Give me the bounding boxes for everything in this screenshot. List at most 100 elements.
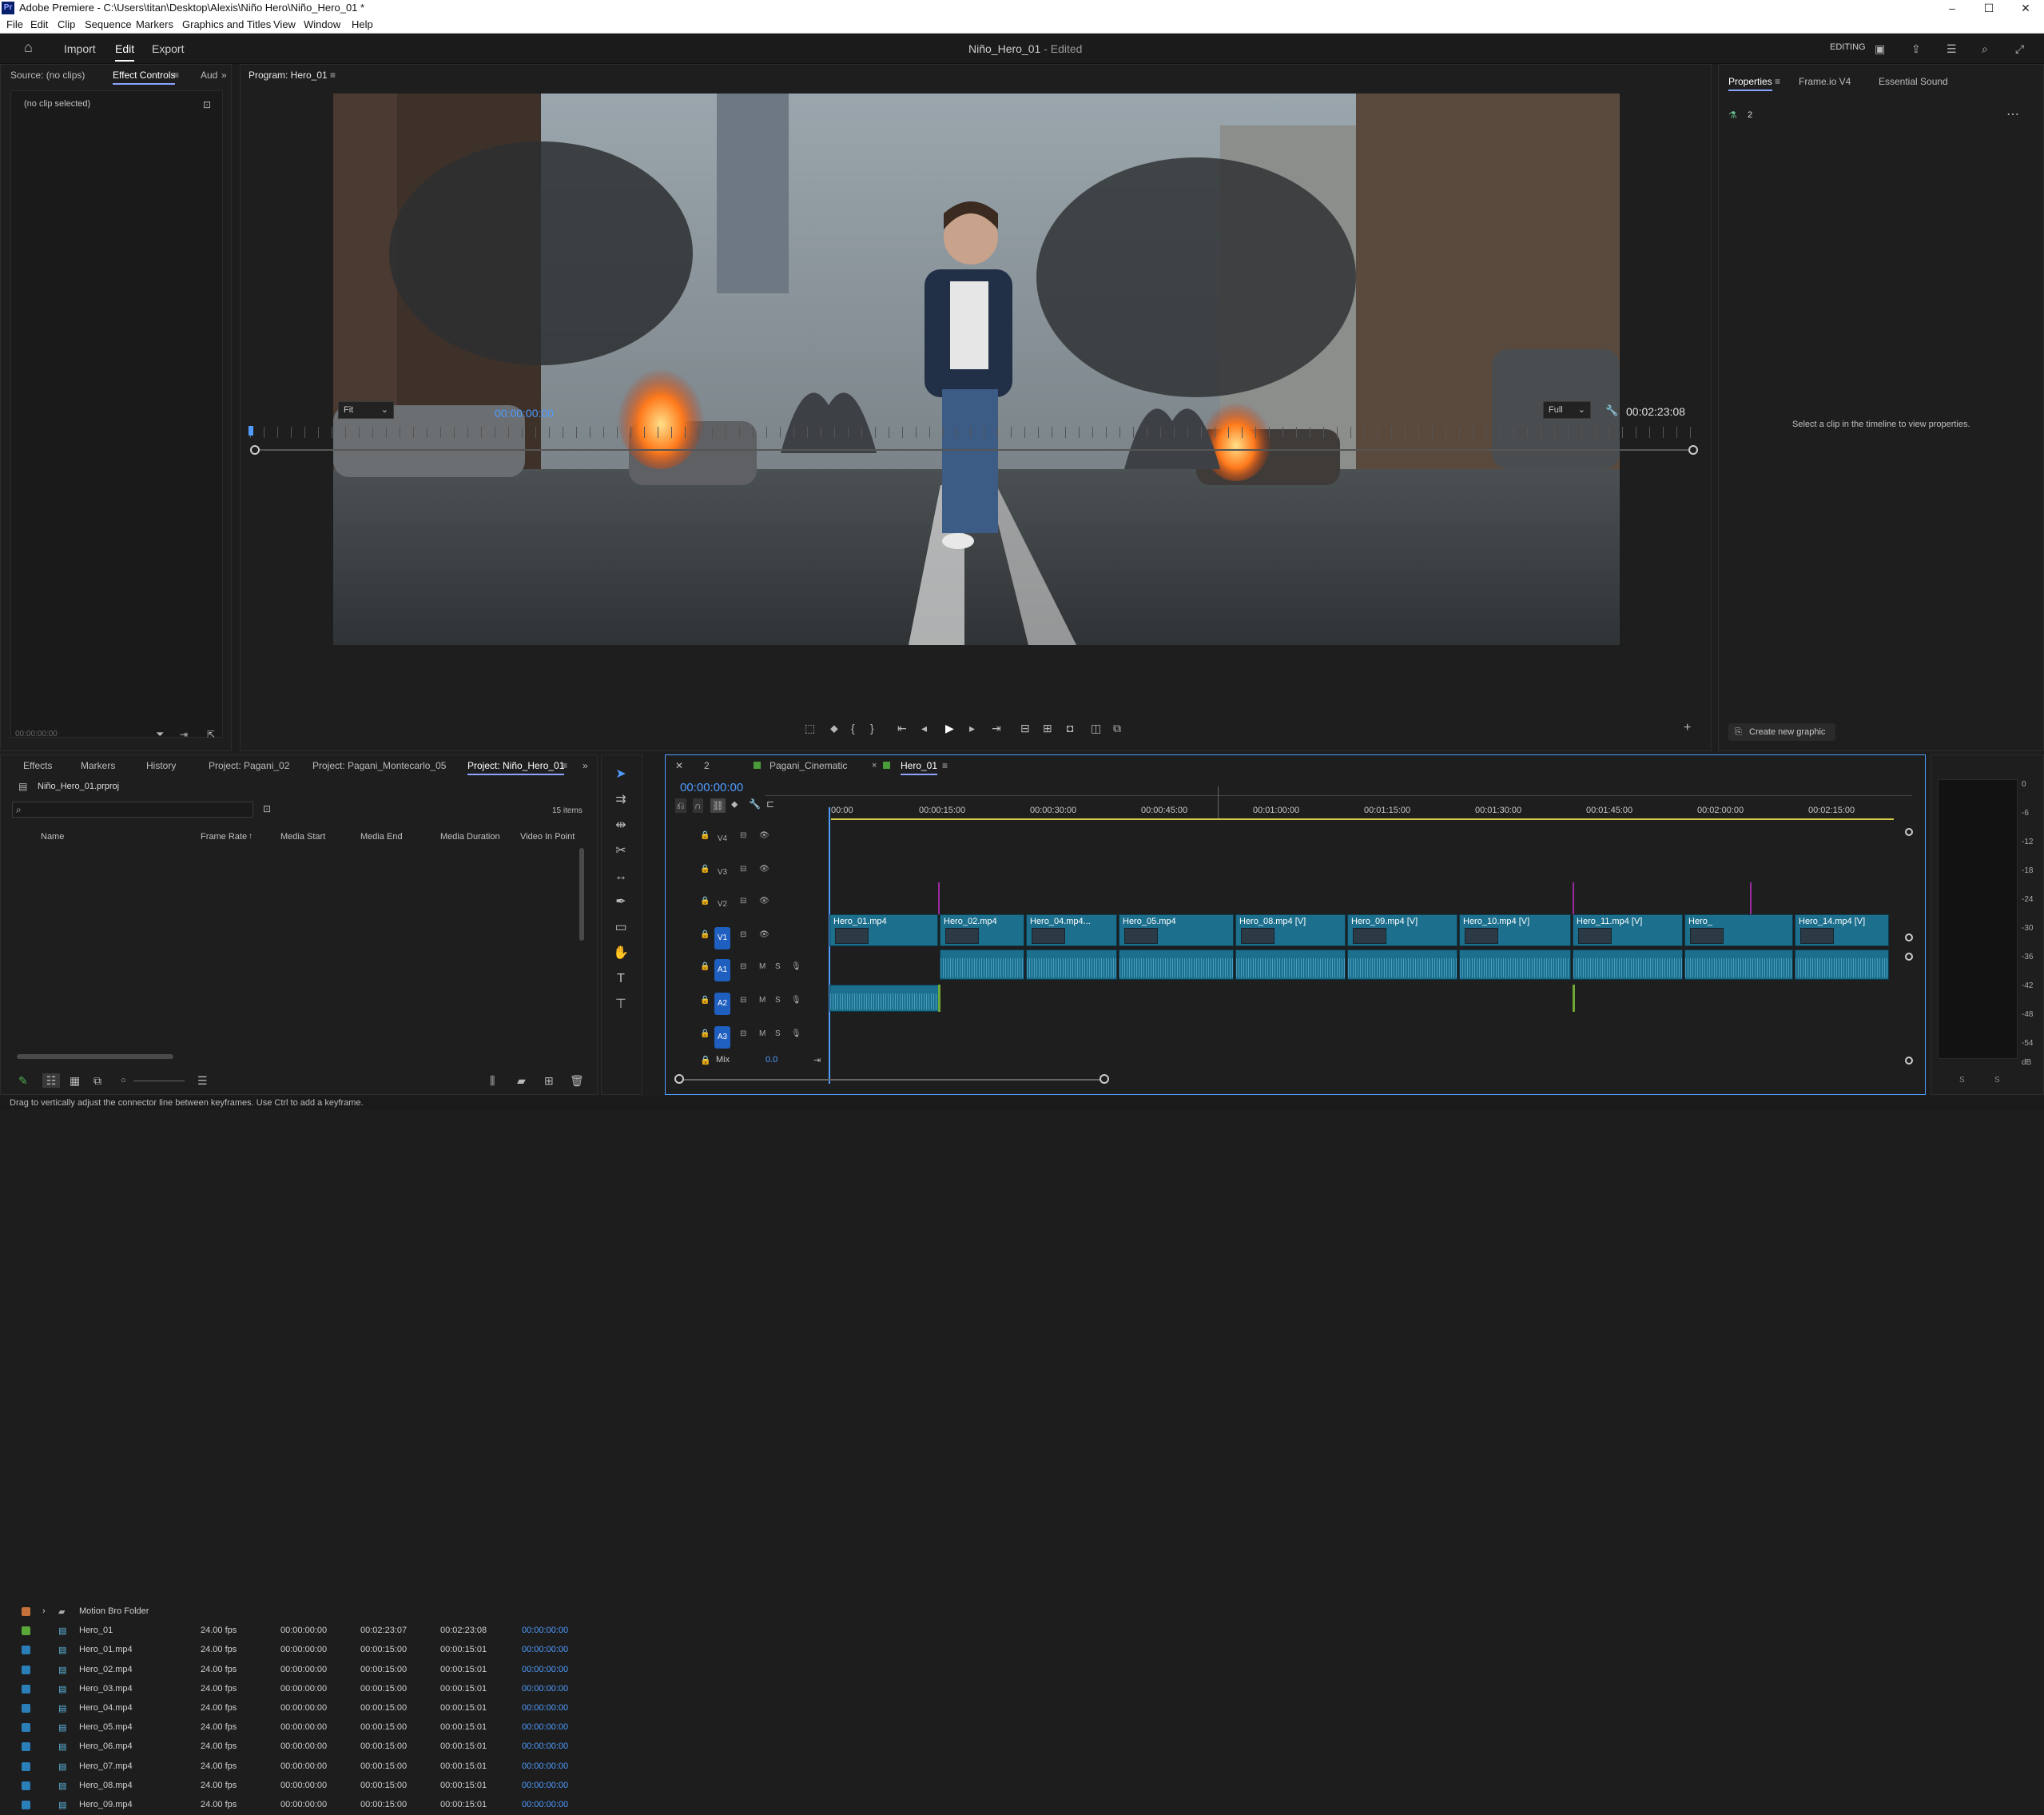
share-icon[interactable]: ⇪	[1911, 43, 1921, 54]
freeform-view-icon[interactable]: ⧉	[93, 1075, 101, 1086]
panel-menu-icon[interactable]: ≡	[173, 70, 179, 81]
linked-selection-icon[interactable]: ⛓	[710, 798, 726, 813]
label-color-chip[interactable]	[22, 1665, 30, 1674]
search-input[interactable]: ⌕	[12, 802, 253, 818]
tab-effect-controls[interactable]: Effect Controls	[113, 70, 176, 85]
project-row[interactable]: ▤ Hero_02.mp4 24.00 fps 00:00:00:00 00:00:15…	[12, 1661, 579, 1680]
tab-audio[interactable]: Aud	[201, 70, 217, 81]
col-frame-rate[interactable]: Frame Rate	[201, 832, 247, 842]
video-clip[interactable]: Hero_14.mp4 [V]	[1795, 914, 1889, 946]
timeline-zoom-scrollbar[interactable]	[679, 1079, 1103, 1081]
eye-icon[interactable]: 👁	[759, 930, 769, 939]
rectangle-tool-icon[interactable]: ▭	[610, 918, 632, 937]
audio-clip-a1[interactable]	[1235, 949, 1346, 980]
label-color-chip[interactable]	[22, 1646, 30, 1655]
lock-icon[interactable]: 🔒	[700, 897, 710, 906]
menu-file[interactable]: File	[6, 18, 23, 30]
home-icon[interactable]: ⌂	[24, 40, 33, 54]
timeline-scroll-right-handle[interactable]	[1100, 1074, 1109, 1084]
hand-tool-icon[interactable]: ✋	[610, 944, 632, 963]
extract-icon[interactable]: ⊞	[1043, 722, 1052, 734]
solo-button[interactable]: S	[775, 962, 781, 971]
menu-clip[interactable]: Clip	[58, 18, 75, 30]
zoom-dropdown[interactable]: Fit ⌄	[338, 401, 394, 419]
audio-clip-a1[interactable]	[1347, 949, 1457, 980]
video-clip[interactable]: Hero_05.mp4	[1119, 914, 1234, 946]
create-graphic-button[interactable]: ⎘ Create new graphic	[1728, 723, 1835, 741]
zoom-slider-handle[interactable]: ○	[121, 1075, 126, 1086]
lock-icon[interactable]: 🔒	[700, 930, 710, 939]
project-row[interactable]: › ▰ Motion Bro Folder	[12, 1602, 579, 1622]
tab-effects[interactable]: Effects	[23, 760, 52, 771]
tab-frameio[interactable]: Frame.io V4	[1799, 76, 1851, 87]
microphone-icon[interactable]: 🎙	[791, 996, 801, 1005]
menu-sequence[interactable]: Sequence	[85, 18, 132, 30]
type-tool-icon[interactable]: T	[610, 969, 632, 989]
tab-pagani-cinematic[interactable]: Pagani_Cinematic	[769, 760, 847, 771]
horizontal-scrollbar[interactable]	[17, 1054, 173, 1059]
sync-lock-icon[interactable]: ⊟	[740, 897, 746, 906]
sync-lock-icon[interactable]: ⊟	[740, 962, 746, 971]
fullscreen-icon[interactable]: ⤢	[2015, 43, 2024, 54]
audio-clip-a1[interactable]	[1026, 949, 1117, 980]
tab-hero-01[interactable]: Hero_01	[901, 760, 938, 775]
tab-properties[interactable]: Properties	[1728, 76, 1772, 91]
video-clip[interactable]: Hero_11.mp4 [V]	[1573, 914, 1683, 946]
label-color-chip[interactable]	[22, 1761, 30, 1771]
menu-graphics-and-titles[interactable]: Graphics and Titles	[182, 18, 271, 30]
tab-import[interactable]: Import	[64, 42, 96, 55]
caption-tool-icon[interactable]: ⊤	[610, 995, 632, 1014]
pen-tool-icon[interactable]: ✒	[610, 893, 632, 912]
audio-clip-a1[interactable]	[940, 949, 1024, 980]
step-back-icon[interactable]: ◂	[921, 722, 927, 734]
label-color-chip[interactable]	[22, 1704, 30, 1713]
vertical-scroll-handle[interactable]	[1905, 933, 1913, 941]
track-header-v1[interactable]: 🔒 V1 ⊟ 👁	[687, 927, 831, 956]
list-view-icon[interactable]: ☷	[42, 1073, 60, 1088]
track-header-a2[interactable]: 🔒 A2 ⊟ M S 🎙	[687, 993, 831, 1021]
close-tab-icon[interactable]: ×	[872, 760, 877, 771]
solo-button[interactable]: S	[775, 996, 781, 1005]
settings-icon[interactable]: ⇱	[207, 729, 215, 740]
col-media-duration[interactable]: Media Duration	[440, 832, 500, 842]
audio-clip-a2[interactable]	[829, 985, 940, 1012]
properties-menu-icon[interactable]: ≡	[1775, 76, 1780, 87]
video-frame[interactable]	[333, 94, 1620, 645]
close-sequence-icon[interactable]: ✕	[675, 760, 683, 771]
tab-edit[interactable]: Edit	[115, 42, 135, 62]
workspaces-icon[interactable]: ▣	[1875, 43, 1885, 54]
tab-sequence-2[interactable]: 2	[704, 760, 710, 771]
maximize-button[interactable]: ☐	[1970, 0, 2007, 16]
work-area-bar[interactable]	[831, 818, 1894, 820]
track-label[interactable]: A3	[714, 1026, 730, 1049]
eye-icon[interactable]: 👁	[759, 831, 769, 840]
sync-lock-icon[interactable]: ⊟	[740, 1029, 746, 1038]
razor-tool-icon[interactable]: ✂	[610, 842, 632, 861]
tab-history[interactable]: History	[146, 760, 176, 771]
new-bin-from-search-icon[interactable]: ⊡	[263, 803, 271, 814]
lock-icon[interactable]: 🔒	[700, 996, 710, 1005]
menu-edit[interactable]: Edit	[30, 18, 48, 30]
sort-icon[interactable]: ☰	[197, 1075, 208, 1086]
eye-icon[interactable]: 👁	[759, 865, 769, 874]
track-header-a1[interactable]: 🔒 A1 ⊟ M S 🎙	[687, 959, 831, 988]
play-icon[interactable]: ▶	[945, 722, 954, 734]
mute-button[interactable]: M	[759, 1029, 766, 1038]
project-row[interactable]: ▤ Hero_08.mp4 24.00 fps 00:00:00:00 00:00:15…	[12, 1777, 579, 1796]
video-clip[interactable]: Hero_10.mp4 [V]	[1459, 914, 1571, 946]
icon-view-icon[interactable]: ▦	[70, 1075, 80, 1086]
tab-project-pagani-02[interactable]: Project: Pagani_02	[209, 760, 289, 771]
menu-window[interactable]: Window	[304, 18, 340, 30]
audio-clip-a1[interactable]	[1459, 949, 1571, 980]
eye-icon[interactable]: 👁	[759, 897, 769, 906]
timeline-menu-icon[interactable]: ≡	[942, 760, 948, 771]
keyframe-marker[interactable]	[938, 985, 940, 1012]
microphone-icon[interactable]: 🎙	[791, 1029, 801, 1038]
solo-button[interactable]: S	[775, 1029, 781, 1038]
project-row[interactable]: ▤ Hero_03.mp4 24.00 fps 00:00:00:00 00:00:15…	[12, 1680, 579, 1699]
search-icon[interactable]: ⌕	[1982, 43, 1988, 54]
workspace-label[interactable]: EDITING	[1830, 42, 1866, 52]
minimize-button[interactable]: –	[1934, 0, 1970, 16]
program-menu-icon[interactable]: ≡	[330, 70, 336, 81]
video-clip[interactable]: Hero_08.mp4 [V]	[1235, 914, 1346, 946]
